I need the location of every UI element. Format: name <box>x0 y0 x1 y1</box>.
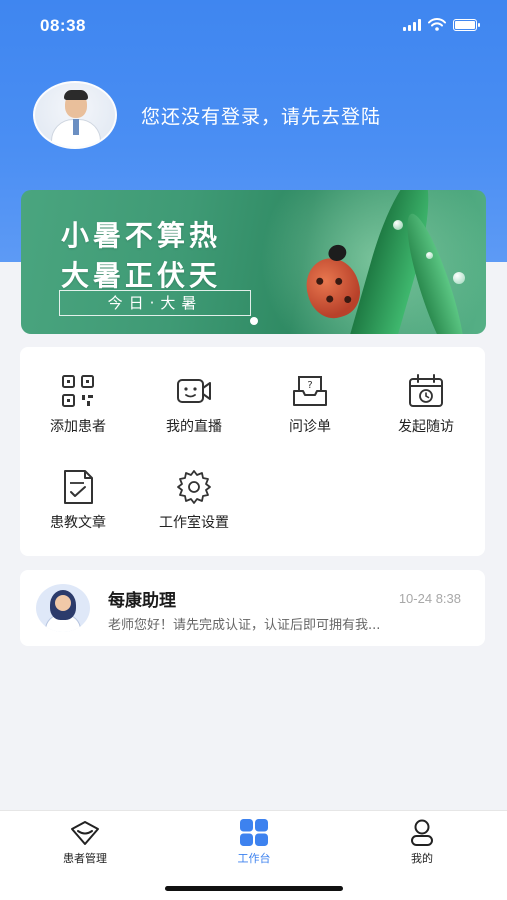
feature-grid: 添加患者 我的直播 ? 问诊单 发起随访 患教文章 工作室设置 <box>20 347 485 556</box>
heart-outline-icon <box>71 821 99 845</box>
message-time: 10-24 8:38 <box>398 591 461 606</box>
banner-headline-1: 小暑不算热 <box>61 219 222 252</box>
grid-item-label: 问诊单 <box>289 419 331 435</box>
qr-code-icon <box>62 375 94 407</box>
banner[interactable]: 小暑不算热 大暑正伏天 今日·大暑 <box>21 190 486 334</box>
status-bar: 08:38 <box>0 0 507 52</box>
status-time: 08:38 <box>40 16 86 35</box>
battery-icon <box>453 18 480 31</box>
gear-icon <box>177 470 211 504</box>
banner-tag: 今日·大暑 <box>59 290 251 316</box>
tab-label: 我的 <box>411 852 433 865</box>
grid-icon <box>240 819 268 846</box>
grid-item-studio-settings[interactable]: 工作室设置 <box>136 467 252 532</box>
inquiry-form-icon: ? <box>293 376 327 406</box>
article-icon <box>64 470 93 504</box>
user-icon <box>411 819 433 846</box>
tab-patient-management[interactable]: 患者管理 <box>25 819 145 866</box>
assistant-avatar <box>36 584 90 632</box>
signal-icon <box>403 18 421 31</box>
banner-headline-2: 大暑正伏天 <box>61 259 222 292</box>
calendar-clock-icon <box>409 374 443 407</box>
grid-item-label: 添加患者 <box>50 419 106 435</box>
svg-text:?: ? <box>307 380 312 391</box>
grid-item-my-live[interactable]: 我的直播 <box>136 371 252 436</box>
grid-item-label: 发起随访 <box>398 419 454 435</box>
tab-mine[interactable]: 我的 <box>362 819 482 866</box>
tab-workbench[interactable]: 工作台 <box>194 819 314 866</box>
grid-item-patient-articles[interactable]: 患教文章 <box>20 467 136 532</box>
login-prompt[interactable]: 您还没有登录，请先去登陆 <box>141 102 381 129</box>
grid-item-label: 患教文章 <box>50 515 106 531</box>
message-item[interactable]: 每康助理 10-24 8:38 老师您好！请先完成认证，认证后即可拥有我... <box>20 570 485 646</box>
tab-label: 工作台 <box>237 852 271 865</box>
wifi-icon <box>428 18 446 31</box>
profile-section[interactable]: 您还没有登录，请先去登陆 <box>33 81 381 149</box>
avatar[interactable] <box>33 81 117 149</box>
grid-item-label: 我的直播 <box>166 419 222 435</box>
tab-label: 患者管理 <box>63 852 107 865</box>
message-title: 每康助理 <box>108 591 176 611</box>
grid-item-add-patient[interactable]: 添加患者 <box>20 371 136 436</box>
status-icons <box>403 18 480 31</box>
grid-item-label: 工作室设置 <box>159 515 229 531</box>
grid-item-follow-up[interactable]: 发起随访 <box>368 371 484 436</box>
video-camera-icon <box>177 379 211 403</box>
grid-item-inquiry-form[interactable]: ? 问诊单 <box>252 371 368 436</box>
banner-page-indicator[interactable] <box>250 317 258 325</box>
message-preview: 老师您好！请先完成认证，认证后即可拥有我... <box>108 618 381 633</box>
home-indicator[interactable] <box>165 886 343 891</box>
